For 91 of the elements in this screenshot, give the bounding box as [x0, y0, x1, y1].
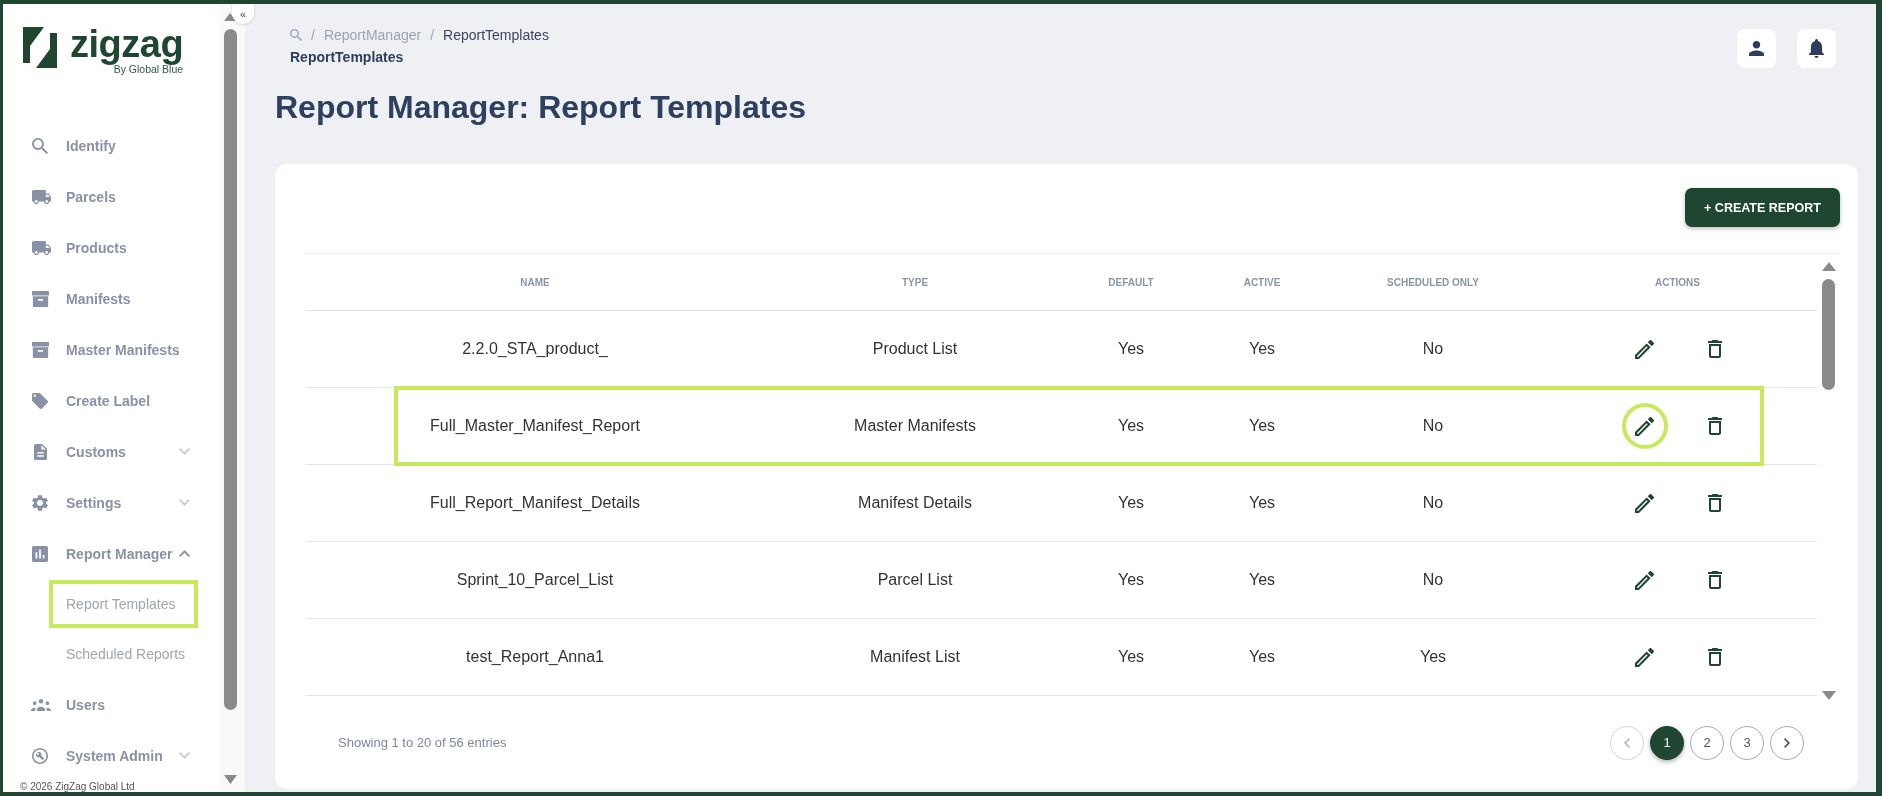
pencil-icon: [1635, 416, 1654, 436]
copyright-text: © 2026 ZigZag Global Ltd: [19, 781, 136, 792]
table-cell: No: [1422, 571, 1444, 589]
table-cell: Sprint_10_Parcel_List: [456, 571, 614, 589]
trash-icon: [1707, 340, 1722, 358]
table-cell: Full_Report_Manifest_Details: [430, 494, 640, 512]
page-button[interactable]: 2: [1690, 725, 1724, 760]
page-button[interactable]: 3: [1730, 725, 1764, 760]
table-cell: Yes: [1248, 417, 1276, 435]
table-cell: No: [1422, 417, 1444, 435]
table-cell: Yes: [1117, 648, 1145, 666]
person-icon: [1749, 41, 1764, 56]
page-label: ReportTemplates: [290, 49, 405, 65]
archive-box-icon: [32, 290, 49, 307]
table-cell: Master Manifests: [854, 417, 976, 435]
scrollbar-thumb[interactable]: [224, 29, 237, 710]
pencil-icon: [1635, 570, 1654, 590]
table-cell: Yes: [1248, 494, 1276, 512]
search-icon: [32, 137, 48, 154]
profile-button[interactable]: [1737, 29, 1776, 68]
notifications-button[interactable]: [1797, 29, 1836, 68]
table-cell: test_Report_Anna1: [466, 648, 604, 666]
truck-icon: [32, 189, 51, 204]
sidebar-item[interactable]: Settings: [3, 477, 220, 528]
column-header: ACTIONS: [1655, 276, 1700, 288]
scrollbar-thumb[interactable]: [1822, 279, 1835, 390]
sidebar-subitem[interactable]: Report Templates: [3, 579, 220, 629]
people-icon: [31, 698, 51, 711]
collapse-button[interactable]: «: [232, 4, 254, 24]
page-button[interactable]: 1: [1650, 725, 1684, 760]
truck-icon: [32, 240, 51, 255]
table-cell: Parcel List: [877, 571, 953, 589]
document-icon: [34, 443, 47, 460]
scroll-down-arrow-icon[interactable]: [1821, 691, 1836, 700]
column-header: ACTIVE: [1243, 276, 1281, 288]
trash-icon: [1707, 417, 1722, 435]
sidebar-item[interactable]: Manifests: [3, 273, 220, 324]
chevron-left-icon: [1624, 737, 1630, 748]
settings-icon: [32, 494, 48, 511]
sidebar-item[interactable]: System Admin: [3, 730, 220, 781]
table-cell: No: [1422, 494, 1444, 512]
pencil-icon: [1635, 493, 1654, 513]
sidebar-item[interactable]: Master Manifests: [3, 324, 220, 375]
table-cell: Yes: [1117, 340, 1145, 358]
trash-icon: [1707, 571, 1722, 589]
column-header: DEFAULT: [1108, 276, 1154, 288]
table-cell: 2.2.0_STA_product_: [462, 340, 608, 358]
sidebar-item[interactable]: Parcels: [3, 171, 220, 222]
pencil-icon: [1635, 339, 1654, 359]
archive-box-icon: [32, 341, 49, 358]
table-cell: Yes: [1248, 648, 1276, 666]
table-cell: Full_Master_Manifest_Report: [430, 417, 640, 435]
column-header: TYPE: [901, 276, 929, 288]
sidebar-item[interactable]: Report Manager: [3, 528, 220, 579]
table-cell: Product List: [872, 340, 958, 358]
table-cell: Manifest Details: [858, 494, 972, 512]
page-title: Report Manager: Report Templates: [275, 88, 807, 127]
breadcrumb-separator: /: [311, 27, 315, 43]
scroll-up-arrow-icon[interactable]: [1821, 262, 1836, 271]
table-cell: Yes: [1117, 494, 1145, 512]
trash-icon: [1707, 494, 1722, 512]
sidebar-item[interactable]: Users: [3, 679, 220, 730]
bar-chart-icon: [32, 545, 48, 562]
breadcrumb-link[interactable]: ReportManager: [323, 27, 422, 43]
table-cell: Manifest List: [870, 648, 960, 666]
chevron-right-icon: [1784, 737, 1790, 748]
logo-icon: [23, 27, 57, 68]
wrench-icon: [32, 747, 48, 764]
pencil-icon: [1635, 647, 1654, 667]
sidebar-item[interactable]: Identify: [3, 120, 220, 171]
table-cell: Yes: [1419, 648, 1447, 666]
sidebar-subitem[interactable]: Scheduled Reports: [3, 629, 220, 679]
tag-icon: [32, 392, 48, 409]
column-header: SCHEDULED ONLY: [1387, 276, 1479, 288]
logo-wordmark: zigzag: [70, 22, 184, 65]
breadcrumb-separator: /: [430, 27, 435, 43]
table-cell: Yes: [1117, 417, 1145, 435]
table-cell: Yes: [1248, 340, 1276, 358]
table-cell: No: [1422, 340, 1444, 358]
create-report-button[interactable]: + CREATE REPORT: [1685, 188, 1840, 227]
entries-summary: Showing 1 to 20 of 56 entries: [338, 735, 507, 750]
sidebar-item[interactable]: Products: [3, 222, 220, 273]
scroll-down-arrow-icon[interactable]: [224, 775, 237, 784]
column-header: NAME: [520, 276, 550, 288]
table-cell: Yes: [1117, 571, 1145, 589]
sidebar-item[interactable]: Customs: [3, 426, 220, 477]
table-cell: Yes: [1248, 571, 1276, 589]
trash-icon: [1707, 648, 1722, 666]
sidebar-item[interactable]: Create Label: [3, 375, 220, 426]
breadcrumb-link[interactable]: ReportTemplates: [443, 27, 549, 43]
bell-icon: [1809, 39, 1824, 58]
